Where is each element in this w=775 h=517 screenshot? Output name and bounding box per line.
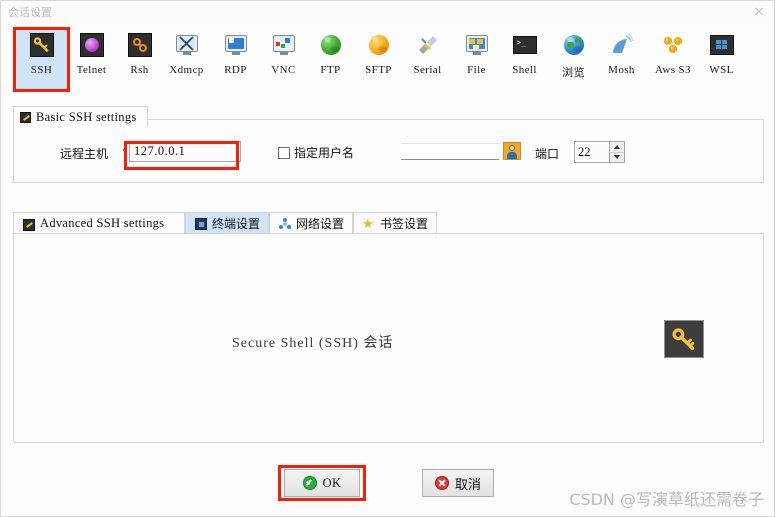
windows-wsl-icon (709, 33, 734, 57)
protocol-label: RDP (224, 64, 247, 76)
tab-label: 终端设置 (212, 217, 261, 231)
gold-key-icon (664, 320, 704, 358)
port-increment-button[interactable] (610, 142, 624, 153)
tab-advanced-ssh-settings[interactable]: Advanced SSH settings (13, 212, 185, 234)
protocol-toolbar: SSH Telnet Rsh Xdmcp RDP VNC FTP SFTP Se… (1, 22, 774, 97)
remote-host-input[interactable] (129, 141, 241, 162)
session-content-panel: Secure Shell (SSH) 会话 (13, 233, 764, 443)
ok-button[interactable]: OK (284, 469, 360, 497)
tab-terminal-settings[interactable]: 终端设置 (185, 212, 269, 234)
blue-monitor-icon (224, 33, 248, 57)
required-marker: * (122, 146, 128, 158)
session-type-caption: Secure Shell (SSH) 会话 (232, 336, 394, 351)
cancel-button[interactable]: 取消 (422, 469, 494, 497)
file-monitor-icon (465, 33, 489, 57)
protocol-label: FTP (320, 64, 341, 76)
tab-bookmark-settings[interactable]: ★ 书签设置 (353, 212, 437, 234)
port-decrement-button[interactable] (610, 152, 624, 162)
specify-username-checkbox[interactable]: 指定用户名 (278, 144, 354, 161)
star-icon: ★ (362, 215, 374, 231)
ssh-key-icon (20, 111, 31, 123)
monitor-x-icon (175, 33, 199, 57)
protocol-label: SSH (30, 64, 53, 76)
orange-link-icon (127, 33, 152, 57)
shell-terminal-icon: >_ (512, 33, 537, 57)
protocol-label: Serial (413, 64, 442, 76)
username-input[interactable] (401, 143, 499, 160)
session-settings-dialog: 会话设置 ✕ SSH Telnet Rsh Xdmcp RDP VNC FTP … (0, 0, 775, 517)
protocol-item-wsl[interactable]: WSL (693, 27, 750, 90)
network-icon (279, 217, 291, 230)
user-picker-icon[interactable] (503, 142, 521, 160)
serial-plug-icon (416, 33, 440, 57)
protocol-label: Mosh (608, 64, 635, 76)
tab-network-settings[interactable]: 网络设置 (269, 212, 353, 234)
tab-label: 网络设置 (296, 217, 345, 231)
window-title: 会话设置 (8, 7, 52, 19)
protocol-label: File (467, 64, 486, 76)
group-tab-label: Basic SSH settings (36, 109, 137, 124)
settings-tab-strip: Advanced SSH settings 终端设置 网络设置 ★ 书签设置 (13, 212, 764, 234)
terminal-icon (195, 217, 207, 230)
orange-globe-icon (367, 33, 391, 57)
protocol-label: Shell (512, 64, 537, 76)
ssh-key-icon (23, 218, 35, 231)
ok-button-label: OK (322, 475, 342, 490)
tab-label: 书签设置 (380, 217, 429, 231)
protocol-label: Aws S3 (655, 64, 691, 76)
protocol-item-ssh[interactable]: SSH (13, 27, 70, 90)
protocol-label: SFTP (365, 64, 392, 76)
remote-host-label: 远程主机 (60, 147, 109, 161)
satellite-dish-icon (610, 33, 634, 57)
close-icon[interactable]: ✕ (748, 2, 770, 20)
cancel-button-label: 取消 (454, 477, 481, 493)
watermark-text: CSDN @写演草纸还需卷子 (569, 490, 764, 509)
protocol-label: VNC (271, 64, 296, 76)
protocol-label: 浏览 (562, 66, 585, 79)
specify-username-label: 指定用户名 (294, 146, 355, 160)
green-globe-icon (319, 33, 343, 57)
purple-sphere-icon (79, 33, 104, 57)
browse-globe-icon (562, 33, 586, 57)
basic-ssh-settings-tab[interactable]: Basic SSH settings (13, 106, 148, 126)
protocol-label: Rsh (130, 64, 149, 76)
port-input[interactable] (574, 141, 610, 163)
red-x-icon (434, 476, 449, 490)
title-bar: 会话设置 ✕ (1, 1, 774, 21)
protocol-label: Xdmcp (169, 64, 204, 76)
basic-ssh-settings-group: Basic SSH settings 远程主机 * 指定用户名 端口 (13, 106, 764, 183)
protocol-label: Telnet (76, 64, 107, 76)
checkbox-box (278, 146, 290, 159)
port-spinner-buttons[interactable] (610, 141, 625, 163)
tab-label: Advanced SSH settings (40, 216, 165, 230)
aws-s3-icon (661, 33, 685, 57)
port-stepper[interactable] (574, 141, 625, 163)
protocol-label: WSL (709, 64, 734, 76)
port-label: 端口 (535, 147, 560, 161)
green-check-icon (302, 476, 317, 490)
vnc-monitor-icon (272, 33, 296, 57)
ssh-key-icon (29, 33, 54, 57)
